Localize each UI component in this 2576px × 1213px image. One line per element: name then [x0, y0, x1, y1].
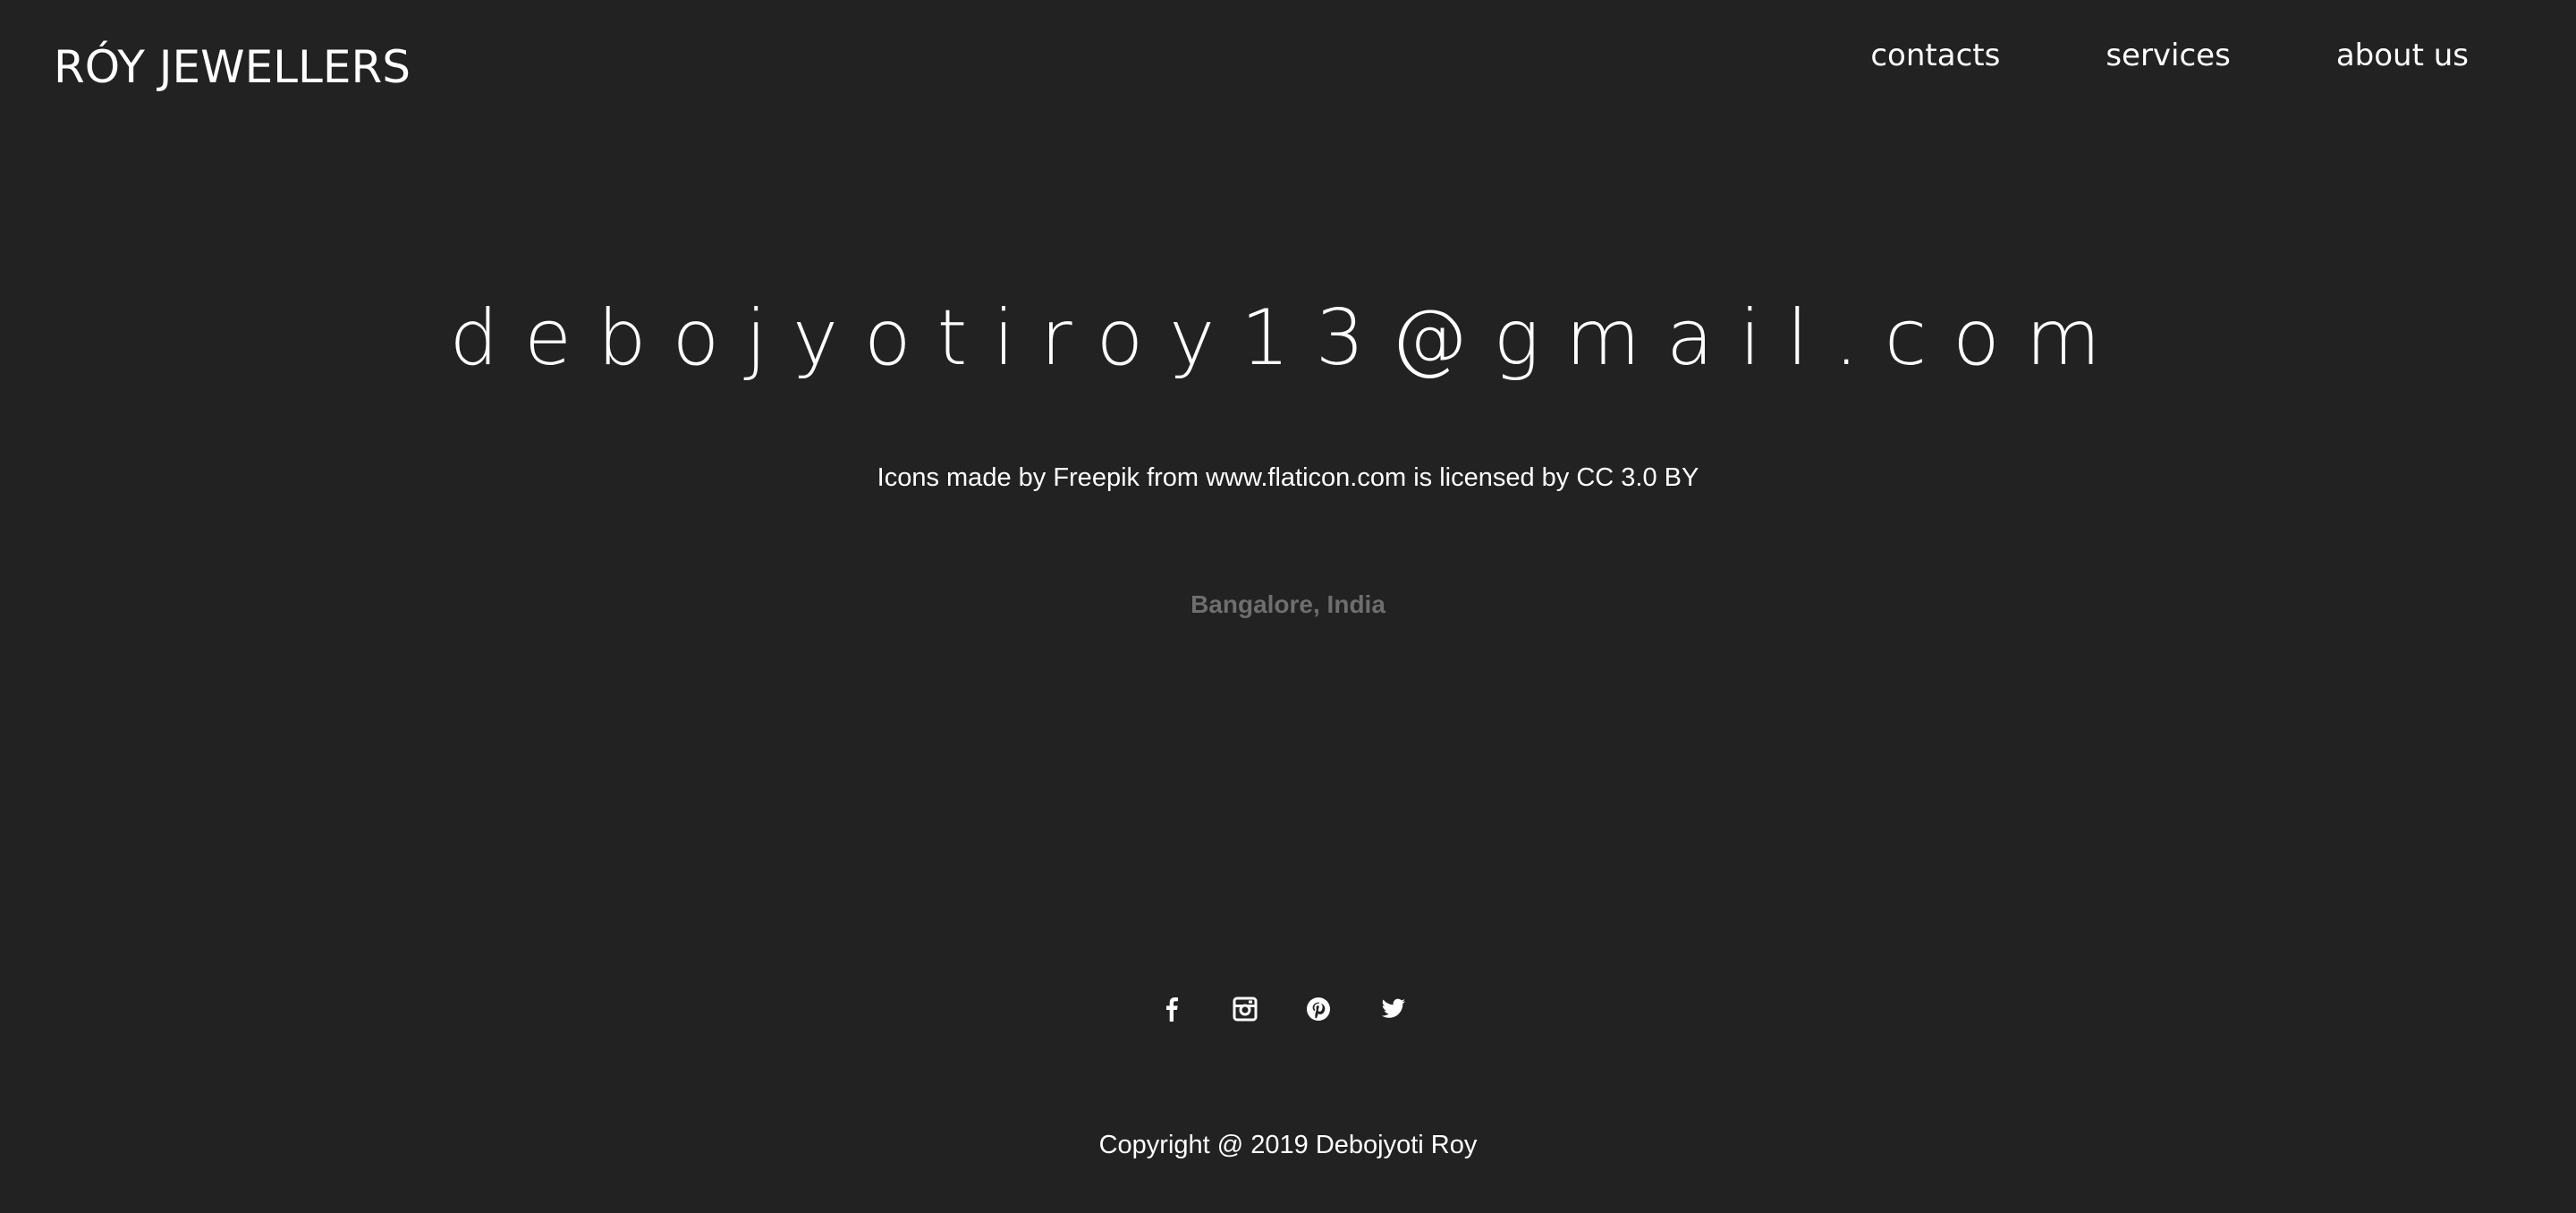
- nav-services-link[interactable]: services: [2106, 38, 2231, 73]
- pinterest-icon[interactable]: [1301, 991, 1336, 1027]
- brand-logo[interactable]: RÓY JEWELLERS: [54, 41, 411, 93]
- nav-contacts-link[interactable]: contacts: [1870, 38, 2000, 73]
- instagram-icon[interactable]: [1227, 991, 1263, 1027]
- facebook-icon[interactable]: [1154, 991, 1190, 1027]
- contact-email[interactable]: debojyotiroy13@gmail.com: [0, 293, 2576, 383]
- location-text: Bangalore, India: [1191, 590, 1385, 618]
- icon-credit-text: Icons made by Freepik from www.flaticon.…: [877, 463, 1699, 492]
- copyright-text: Copyright @ 2019 Debojyoti Roy: [1098, 1131, 1478, 1159]
- nav-about-us-link[interactable]: about us: [2336, 38, 2469, 73]
- twitter-icon[interactable]: [1376, 991, 1411, 1027]
- site-header: RÓY JEWELLERS contacts services about us: [0, 0, 2576, 143]
- main-nav: contacts services about us: [1870, 38, 2469, 73]
